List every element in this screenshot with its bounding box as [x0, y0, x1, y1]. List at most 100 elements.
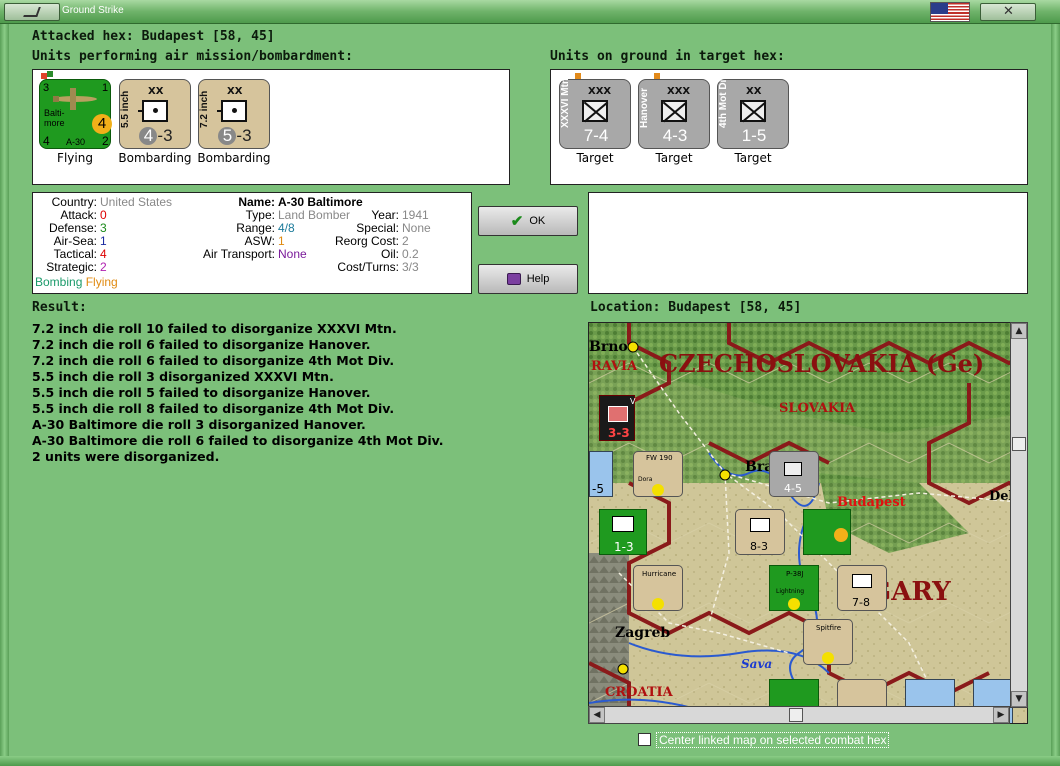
unit-hanover[interactable]: XXX Hanover 4-3 Target — [636, 73, 712, 169]
map-unit-counter[interactable]: FW 190 Dora — [633, 451, 683, 497]
motorized-infantry-icon — [740, 100, 766, 122]
map-label-zagreb: Zagreb — [615, 625, 671, 641]
artillery-counter: XX 7.2 inch 5 -3 — [198, 79, 270, 149]
info-airtransport: Air Transport: None — [202, 247, 307, 261]
map-unit-counter[interactable]: 7-8 — [837, 565, 887, 611]
air-units-label: Units performing air mission/bombardment… — [32, 49, 353, 64]
map-unit-counter[interactable] — [803, 509, 851, 555]
map-label-sava: Sava — [741, 657, 773, 671]
info-oil: Oil: 0.2 — [381, 247, 419, 261]
ok-label: OK — [529, 215, 546, 227]
scroll-left-icon[interactable]: ◀ — [589, 707, 605, 723]
map-label-czechoslovakia: CZECHOSLOVAKIA (Ge) — [659, 349, 985, 378]
info-mission: Bombing Flying — [35, 275, 118, 289]
unit-stats: 7-4 — [583, 126, 609, 145]
map-unit-counter[interactable]: P-38J Lightning — [769, 565, 819, 611]
counter-stats: 4-5 — [784, 482, 802, 495]
info-country: Country: United States — [51, 195, 173, 209]
marker-pip — [47, 71, 53, 77]
map-horizontal-scrollbar[interactable]: ◀ ▶ — [588, 706, 1010, 724]
help-button[interactable]: Help — [478, 264, 578, 294]
map-label-brno: Brno — [589, 339, 628, 355]
center-map-label[interactable]: Center linked map on selected combat hex — [656, 732, 890, 748]
scroll-thumb[interactable] — [1012, 437, 1026, 451]
result-line: 5.5 inch die roll 8 failed to disorganiz… — [32, 401, 395, 416]
map-unit-counter[interactable]: 1-3 — [599, 509, 647, 555]
unit-status: Target — [576, 151, 614, 165]
close-icon: ✕ — [1003, 4, 1014, 19]
checkmark-icon: ✔ — [510, 213, 524, 230]
unit-name: Hanover — [639, 87, 650, 128]
scroll-up-icon[interactable]: ▲ — [1011, 323, 1027, 339]
map-unit-counter[interactable]: 4-5 — [769, 451, 819, 497]
mountain-infantry-icon — [582, 100, 608, 122]
info-range: Range: 4/8 — [236, 221, 295, 235]
linked-map[interactable]: Brno RAVIA CZECHOSLOVAKIA (Ge) SLOVAKIA … — [588, 322, 1028, 724]
unit-stats: 4-3 — [120, 126, 192, 146]
unit-size: XX — [227, 86, 243, 97]
info-asw: ASW: 1 — [244, 234, 285, 248]
help-label: Help — [526, 273, 550, 285]
result-line: 7.2 inch die roll 6 failed to disorganiz… — [32, 337, 371, 352]
result-line: 7.2 inch die roll 10 failed to disorgani… — [32, 321, 397, 336]
unit-4th-mot-div[interactable]: XX 4th Mot Div 1-5 Target — [715, 74, 791, 169]
info-special: Special: None — [356, 221, 431, 235]
unit-size: XXX — [588, 86, 612, 97]
air-units-panel: 3 1 Balti-more 4 4 A-30 2 Flying XX 5.5 … — [32, 69, 510, 185]
title-bar — [0, 0, 1060, 24]
unit-name: 5.5 inch — [120, 90, 131, 128]
air-defense-value: 4 — [43, 134, 50, 148]
close-button[interactable]: ✕ — [980, 3, 1036, 21]
counter-label: Dora — [638, 476, 653, 483]
counter-label: Hurricane — [642, 570, 677, 578]
map-unit-counter[interactable]: Spitfire — [803, 619, 853, 665]
counter-stats: 3-3 — [608, 426, 630, 440]
ground-units-label: Units on ground in target hex: — [550, 49, 785, 64]
frame-bottom — [0, 756, 1060, 766]
ground-counter: XXX XXXVI Mtn 7-4 — [559, 78, 631, 149]
air-counter: 3 1 Balti-more 4 4 A-30 2 — [39, 79, 112, 149]
unit-xxxvi-mtn[interactable]: XXX XXXVI Mtn 7-4 Target — [557, 73, 633, 169]
frame-left — [0, 24, 9, 766]
unit-name: 7.2 inch — [199, 90, 210, 128]
info-year: Year: 1941 — [371, 208, 429, 222]
ok-button[interactable]: ✔ OK — [478, 206, 578, 236]
info-defense: Defense: 3 — [48, 221, 107, 235]
map-unit-counter[interactable]: 8-3 — [735, 509, 785, 555]
counter-stats: -5 — [592, 482, 604, 496]
center-map-checkbox[interactable] — [638, 733, 651, 746]
scroll-thumb[interactable] — [789, 708, 803, 722]
map-unit-counter[interactable]: -5 — [589, 451, 613, 497]
map-unit-counter[interactable]: V 3-3 — [599, 395, 635, 441]
map-label-budapest: Budapest — [837, 495, 906, 510]
unit-a30-baltimore[interactable]: 3 1 Balti-more 4 4 A-30 2 Flying — [37, 71, 113, 169]
map-unit-counter[interactable]: Hurricane — [633, 565, 683, 611]
map-label-croatia: CROATIA — [605, 685, 673, 700]
counter-stats: 1-3 — [614, 540, 634, 554]
info-type: Type: Land Bomber — [245, 208, 351, 222]
map-vertical-scrollbar[interactable]: ▲ ▼ — [1010, 322, 1028, 708]
unit-5-5-inch[interactable]: XX 5.5 inch 4 -3 Bombarding — [117, 79, 193, 169]
minimize-icon — [23, 7, 41, 17]
scroll-right-icon[interactable]: ▶ — [993, 707, 1009, 723]
artillery-counter: XX 5.5 inch 4 -3 — [119, 79, 191, 149]
result-line: A-30 Baltimore die roll 6 failed to diso… — [32, 433, 444, 448]
info-strategic: Strategic: 2 — [46, 260, 107, 274]
unit-size: XX — [746, 86, 762, 97]
minimize-button[interactable] — [4, 3, 60, 21]
unit-size: XX — [148, 86, 164, 97]
unit-status: Target — [734, 151, 772, 165]
info-airsea: Air-Sea: 1 — [53, 234, 107, 248]
counter-badge — [652, 598, 664, 610]
result-line: 7.2 inch die roll 6 failed to disorganiz… — [32, 353, 395, 368]
air-topright-value: 1 — [102, 82, 109, 94]
unit-7-2-inch[interactable]: XX 7.2 inch 5 -3 Bombarding — [196, 79, 272, 169]
scroll-down-icon[interactable]: ▼ — [1011, 691, 1027, 707]
infantry-icon — [612, 516, 634, 532]
bomb-strength-badge: 4 — [92, 114, 112, 134]
infantry-icon — [750, 518, 770, 532]
unit-status: Bombarding — [118, 151, 192, 165]
info-attack: Attack: 0 — [60, 208, 107, 222]
bomb-strength-badge — [834, 528, 848, 542]
infantry-icon — [852, 574, 872, 588]
